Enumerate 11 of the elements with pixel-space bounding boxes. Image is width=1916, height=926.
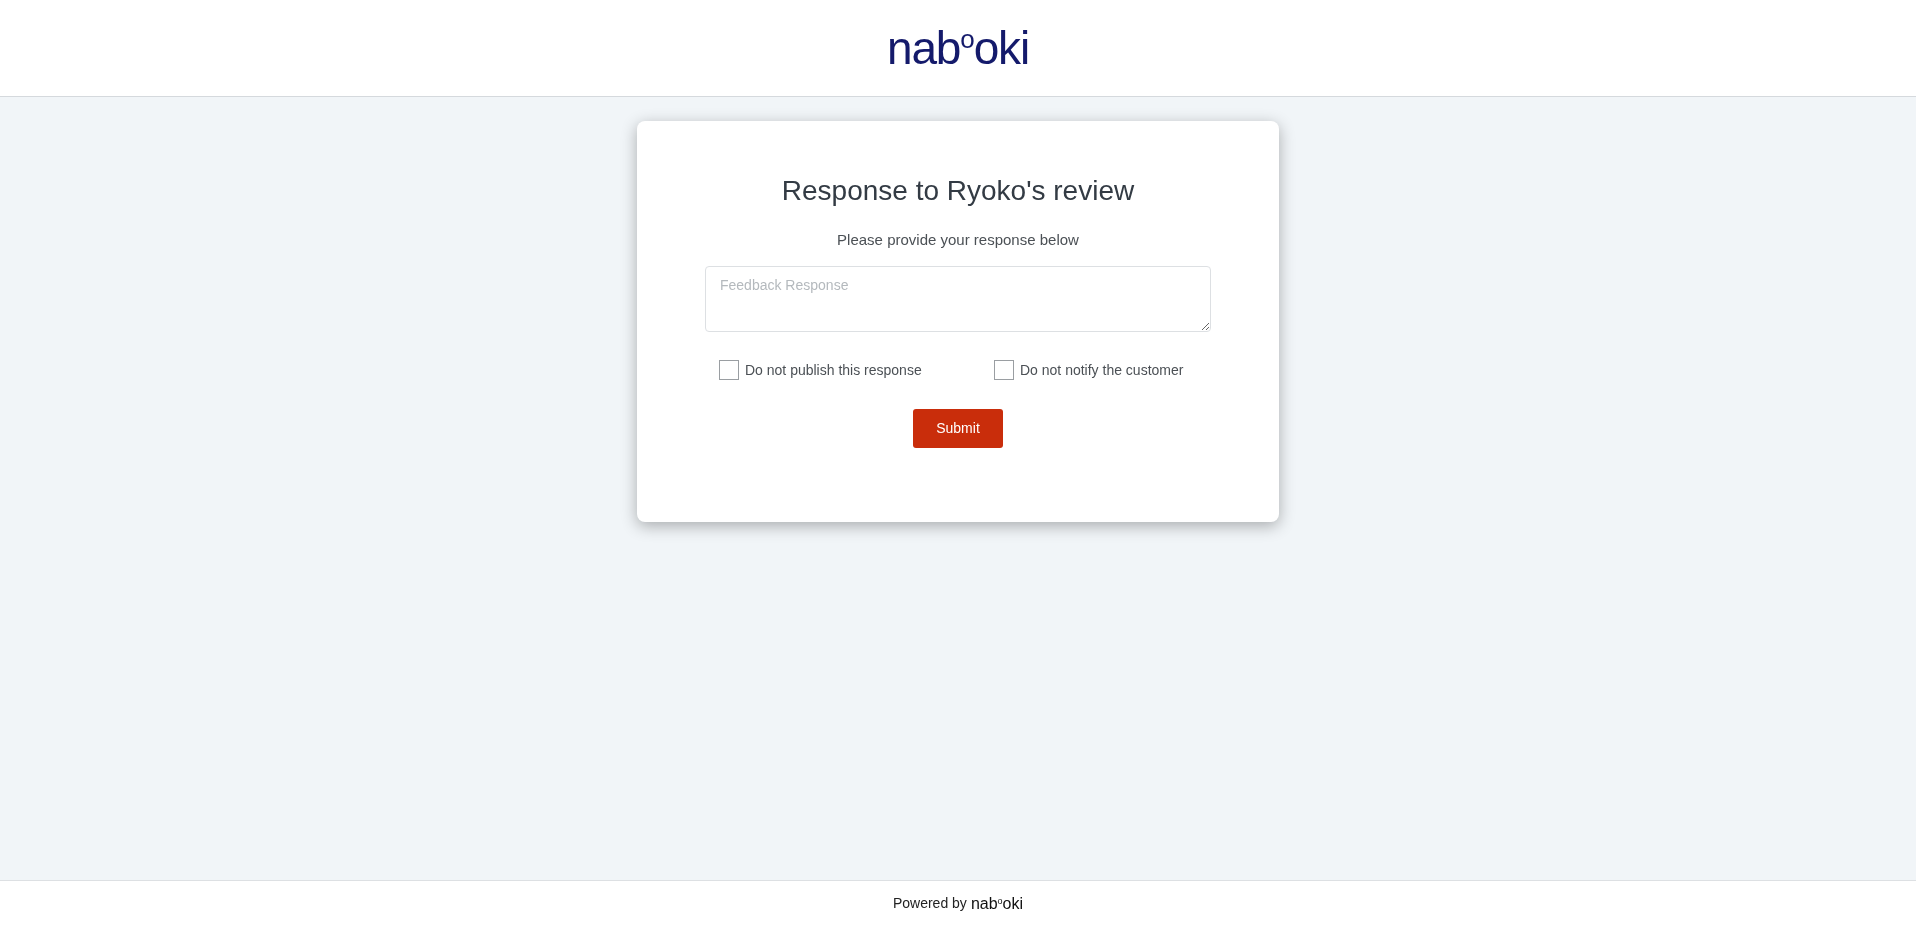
checkbox-label: Do not notify the customer	[1020, 360, 1184, 380]
checkbox[interactable]	[994, 360, 1014, 380]
submit-button[interactable]: Submit	[913, 408, 1003, 448]
nabooki-logo[interactable]: nab$^{o}$oki	[887, 25, 1029, 71]
checkbox[interactable]	[719, 360, 739, 380]
card-title: Response to Ryoko's review	[781, 174, 1135, 208]
nabooki-logo[interactable]: nab$^{o}$oki	[970, 891, 1024, 916]
response-field[interactable]: Feedback Response	[705, 265, 1211, 332]
powered-by-text: Powered by	[892, 894, 967, 913]
checkbox-label: Do not publish this response	[745, 360, 922, 380]
card-subtitle: Please provide your response below	[837, 230, 1079, 250]
